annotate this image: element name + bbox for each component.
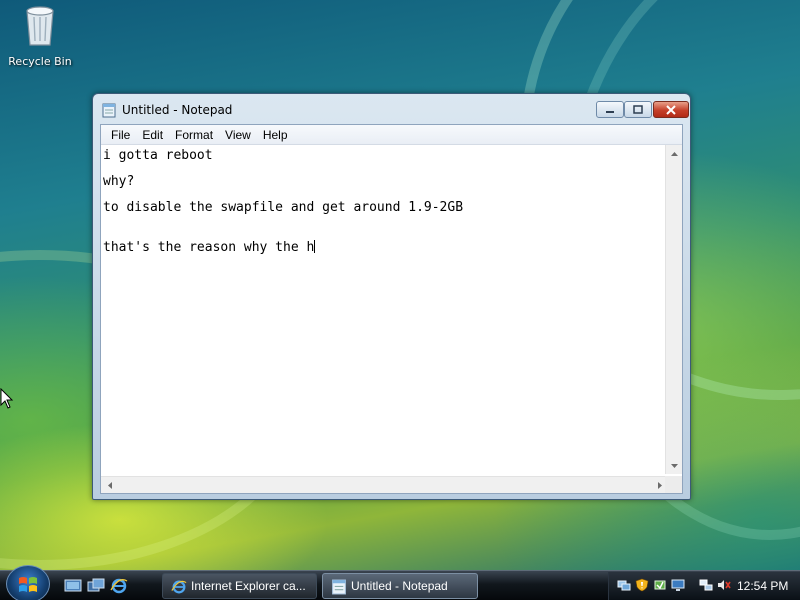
text-line-with-caret: that's the reason why the h [103, 240, 666, 255]
text-line: i gotta reboot [103, 148, 213, 163]
mouse-pointer-icon [0, 388, 14, 409]
close-icon [666, 104, 676, 115]
recycle-bin-shortcut[interactable]: Recycle Bin [6, 3, 74, 73]
clock[interactable]: 12:54 PM [737, 579, 788, 593]
text-line: to disable the swapfile and get around 1… [103, 200, 464, 215]
show-desktop-icon[interactable] [64, 578, 82, 594]
menu-format[interactable]: Format [169, 128, 219, 142]
notepad-icon [332, 579, 346, 595]
desktop: Recycle Bin Untitled - Notepad File Edit… [0, 0, 800, 570]
system-tray: 12:54 PM [608, 572, 800, 600]
internet-explorer-icon[interactable] [110, 578, 128, 594]
maximize-icon [633, 105, 643, 114]
menu-edit[interactable]: Edit [136, 128, 169, 142]
minimize-icon [606, 110, 614, 113]
connection-icon[interactable] [699, 578, 713, 592]
text-editor[interactable]: i gotta reboot why? to disable the swapf… [101, 145, 668, 474]
text-line [103, 227, 666, 240]
recycle-bin-label: Recycle Bin [8, 55, 72, 68]
switch-windows-icon[interactable] [87, 578, 105, 594]
safely-remove-icon[interactable] [653, 578, 667, 592]
text-caret [314, 240, 316, 253]
menu-view[interactable]: View [219, 128, 257, 142]
network-icon[interactable] [617, 578, 631, 592]
text-line [103, 214, 666, 227]
taskbar: Internet Explorer ca... Untitled - Notep… [0, 565, 800, 600]
vertical-scrollbar[interactable] [665, 145, 682, 474]
volume-muted-icon[interactable] [717, 578, 731, 592]
notepad-window[interactable]: Untitled - Notepad File Edit Format View… [92, 93, 691, 500]
scrollbar-corner [665, 476, 682, 493]
maximize-button[interactable] [624, 101, 652, 118]
text-line: why? [103, 174, 135, 189]
title-bar[interactable]: Untitled - Notepad [100, 94, 689, 124]
menu-help[interactable]: Help [257, 128, 294, 142]
taskbar-item-notepad[interactable]: Untitled - Notepad [322, 573, 478, 599]
text-line [103, 162, 666, 175]
scroll-up-arrow-icon[interactable] [666, 145, 683, 162]
text-line: that's the reason why the h [103, 240, 315, 255]
scroll-left-arrow-icon[interactable] [101, 477, 118, 494]
notepad-client-area: File Edit Format View Help i gotta reboo… [100, 124, 683, 494]
recycle-bin-icon [23, 3, 57, 47]
menu-bar: File Edit Format View Help [101, 125, 682, 145]
taskbar-item-label: Untitled - Notepad [351, 579, 448, 593]
notepad-icon [102, 103, 116, 118]
menu-file[interactable]: File [105, 128, 136, 142]
horizontal-scrollbar[interactable] [101, 476, 668, 493]
scroll-down-arrow-icon[interactable] [666, 457, 683, 474]
taskbar-item-label: Internet Explorer ca... [191, 579, 306, 593]
close-button[interactable] [653, 101, 689, 118]
internet-explorer-icon [171, 580, 187, 594]
windows-logo-icon [19, 577, 37, 592]
security-shield-icon[interactable] [635, 578, 649, 592]
minimize-button[interactable] [596, 101, 624, 118]
monitor-icon[interactable] [671, 578, 685, 592]
taskbar-item-internet-explorer[interactable]: Internet Explorer ca... [162, 573, 317, 599]
start-button[interactable] [6, 565, 50, 600]
window-title: Untitled - Notepad [122, 103, 233, 117]
